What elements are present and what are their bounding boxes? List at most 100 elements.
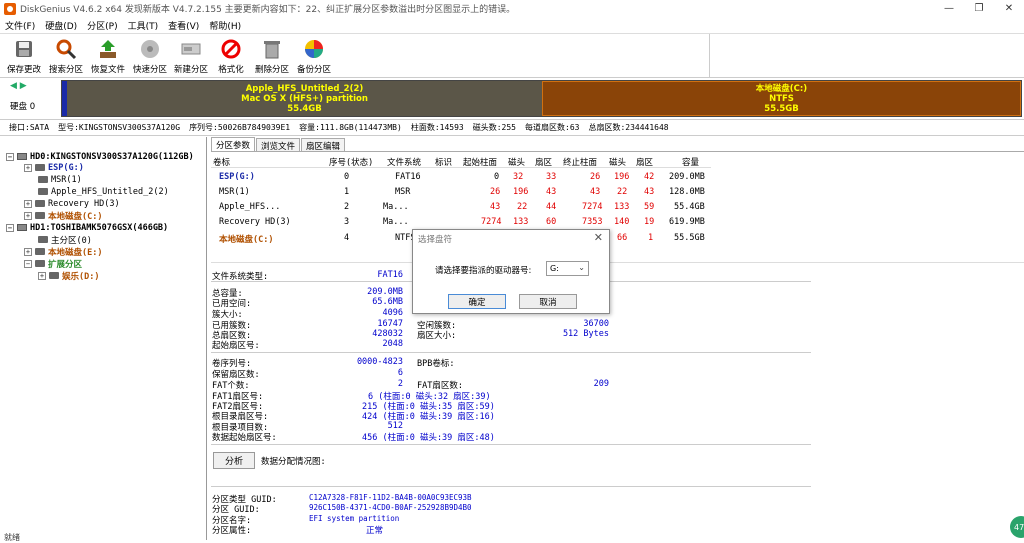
partition-block-local-c[interactable]: 本地磁盘(C:) NTFS 55.5GB bbox=[542, 81, 1021, 116]
quick-partition-button[interactable]: 快速分区 bbox=[131, 36, 169, 76]
tree-node-local-c[interactable]: + 本地磁盘(C:) bbox=[24, 210, 102, 222]
partition-icon bbox=[49, 272, 59, 279]
save-changes-button[interactable]: 保存更改 bbox=[5, 36, 43, 76]
format-button[interactable]: 格式化 bbox=[212, 36, 250, 76]
partition-icon bbox=[38, 176, 48, 183]
window-title: DiskGenius V4.6.2 x64 发现新版本 V4.7.2.155 主… bbox=[20, 5, 516, 15]
cell-fs: MSR bbox=[395, 187, 411, 197]
value: 456 (柱面:0 磁头:39 扇区:48) bbox=[362, 433, 495, 443]
tree-node-local-e[interactable]: + 本地磁盘(E:) bbox=[24, 246, 102, 258]
tree-node-esp[interactable]: + ESP(G:) bbox=[24, 162, 84, 173]
tab-browse-files[interactable]: 浏览文件 bbox=[256, 138, 301, 152]
menu-file[interactable]: 文件(F) bbox=[0, 19, 40, 32]
cell-index: 3 bbox=[344, 217, 350, 227]
col-start-cyl: 起始柱面 bbox=[463, 158, 498, 168]
cell-start-sector: 33 bbox=[546, 172, 557, 182]
partition-icon bbox=[35, 164, 45, 171]
menu-tools[interactable]: 工具(T) bbox=[123, 19, 164, 32]
cell-capacity: 55.4GB bbox=[674, 202, 705, 212]
menu-partition[interactable]: 分区(P) bbox=[82, 19, 122, 32]
value: 512 bbox=[387, 421, 403, 431]
cell-end-sector: 1 bbox=[648, 233, 654, 243]
total-sectors-info: 总扇区数:234441648 bbox=[588, 123, 669, 132]
cell-volume: Apple_HFS... bbox=[219, 202, 281, 212]
tree-node-entertainment-d[interactable]: + 娱乐(D:) bbox=[38, 270, 99, 282]
cell-end-cyl: 43 bbox=[590, 187, 601, 197]
menu-bar: 文件(F) 硬盘(D) 分区(P) 工具(T) 查看(V) 帮助(H) bbox=[0, 17, 1024, 33]
value: 209.0MB bbox=[367, 287, 403, 297]
tree-node-extended[interactable]: − 扩展分区 bbox=[24, 258, 82, 270]
menu-disk[interactable]: 硬盘(D) bbox=[40, 19, 82, 32]
delete-partition-button[interactable]: 删除分区 bbox=[253, 36, 291, 76]
backup-partition-button[interactable]: 备份分区 bbox=[295, 36, 333, 76]
value: FAT16 bbox=[377, 270, 403, 280]
expand-icon[interactable]: + bbox=[38, 271, 46, 280]
close-button[interactable]: ✕ bbox=[994, 0, 1024, 17]
ok-button[interactable]: 确定 bbox=[448, 294, 506, 309]
table-row[interactable]: MSR(1) 1 MSR 26 196 43 43 22 43 128.0MB bbox=[211, 187, 711, 202]
divider bbox=[211, 262, 1024, 263]
tab-partition-params[interactable]: 分区参数 bbox=[211, 137, 256, 151]
new-partition-button[interactable]: 新建分区 bbox=[172, 36, 210, 76]
expand-icon[interactable]: + bbox=[24, 163, 32, 172]
disk-nav-arrows[interactable]: ◀ ▶ bbox=[10, 81, 27, 91]
tree-node-apple-hfs[interactable]: Apple_HFS_Untitled_2(2) bbox=[38, 186, 169, 197]
partition-icon bbox=[38, 236, 48, 243]
partition-icon bbox=[35, 260, 45, 267]
cell-index: 4 bbox=[344, 233, 350, 243]
cell-end-head: 196 bbox=[614, 172, 630, 182]
collapse-icon[interactable]: − bbox=[24, 259, 32, 268]
cell-start-cyl: 43 bbox=[490, 202, 501, 212]
drive-letter-select[interactable]: G: ⌄ bbox=[546, 261, 589, 276]
analyze-button[interactable]: 分析 bbox=[213, 452, 255, 469]
collapse-icon[interactable]: − bbox=[6, 152, 14, 161]
tree-node-primary-0[interactable]: 主分区(0) bbox=[38, 234, 92, 246]
expand-icon[interactable]: + bbox=[24, 199, 32, 208]
menu-view[interactable]: 查看(V) bbox=[163, 19, 204, 32]
value: EFI system partition bbox=[309, 514, 400, 523]
tab-sector-edit[interactable]: 扇区编辑 bbox=[301, 138, 346, 152]
dialog-close-button[interactable]: ✕ bbox=[594, 231, 603, 244]
collapse-icon[interactable]: − bbox=[6, 223, 14, 232]
tree-node-msr[interactable]: MSR(1) bbox=[38, 174, 82, 185]
search-partition-button[interactable]: 搜索分区 bbox=[47, 36, 85, 76]
menu-help[interactable]: 帮助(H) bbox=[204, 19, 246, 32]
recover-files-button[interactable]: 恢复文件 bbox=[89, 36, 127, 76]
cancel-button[interactable]: 取消 bbox=[519, 294, 577, 309]
table-row[interactable]: ESP(G:) 0 FAT16 0 32 33 26 196 42 209.0M… bbox=[211, 172, 711, 187]
minimize-button[interactable]: — bbox=[934, 0, 964, 17]
tree-node-recovery[interactable]: + Recovery HD(3) bbox=[24, 198, 120, 209]
value: C12A7328-F81F-11D2-BA4B-00A0C93EC93B bbox=[309, 493, 472, 502]
col-index: 序号(状态) bbox=[329, 158, 374, 168]
app-icon bbox=[4, 2, 16, 15]
cell-capacity: 619.9MB bbox=[669, 217, 705, 227]
table-row[interactable]: Apple_HFS... 2 Ma... 43 22 44 7274 133 5… bbox=[211, 202, 711, 217]
cell-end-sector: 43 bbox=[644, 187, 655, 197]
expand-icon[interactable]: + bbox=[24, 247, 32, 256]
value: 16747 bbox=[377, 319, 403, 329]
divider bbox=[211, 352, 811, 353]
heads-info: 磁头数:255 bbox=[472, 123, 516, 132]
label: 起始扇区号: bbox=[212, 341, 260, 351]
expand-icon[interactable]: + bbox=[24, 211, 32, 220]
value: 6 bbox=[397, 368, 403, 378]
tree-node-hd0[interactable]: − HD0:KINGSTONSV300S37A120G(112GB) bbox=[6, 151, 194, 162]
cell-fs: Ma... bbox=[383, 217, 409, 227]
partition-block-apple-hfs[interactable]: Apple_HFS_Untitled_2(2) Mac OS X (HFS+) … bbox=[62, 81, 542, 116]
disk-label: 硬盘 0 bbox=[10, 102, 36, 112]
col-end-head: 磁头 bbox=[609, 158, 627, 168]
capacity-info: 容量:111.8GB(114473MB) bbox=[299, 123, 402, 132]
cell-start-sector: 60 bbox=[546, 217, 557, 227]
new-partition-icon bbox=[180, 38, 202, 60]
dialog-prompt: 请选择要指派的驱动器号: bbox=[435, 266, 532, 276]
partition-details: 文件系统类型: FAT16 总容量: 209.0MB 已用空间: 65.6MB … bbox=[211, 266, 1024, 540]
tree-node-hd1[interactable]: − HD1:TOSHIBAMK5076GSX(466GB) bbox=[6, 222, 168, 233]
cell-end-sector: 42 bbox=[644, 172, 655, 182]
serial-info: 序列号:50026B7849039E1 bbox=[189, 123, 291, 132]
maximize-button[interactable]: ❐ bbox=[964, 0, 994, 17]
cell-start-cyl: 26 bbox=[490, 187, 501, 197]
cell-fs: Ma... bbox=[383, 202, 409, 212]
cell-end-head: 140 bbox=[614, 217, 630, 227]
disk-icon bbox=[17, 224, 27, 231]
partition-size: 55.5GB bbox=[764, 103, 799, 114]
